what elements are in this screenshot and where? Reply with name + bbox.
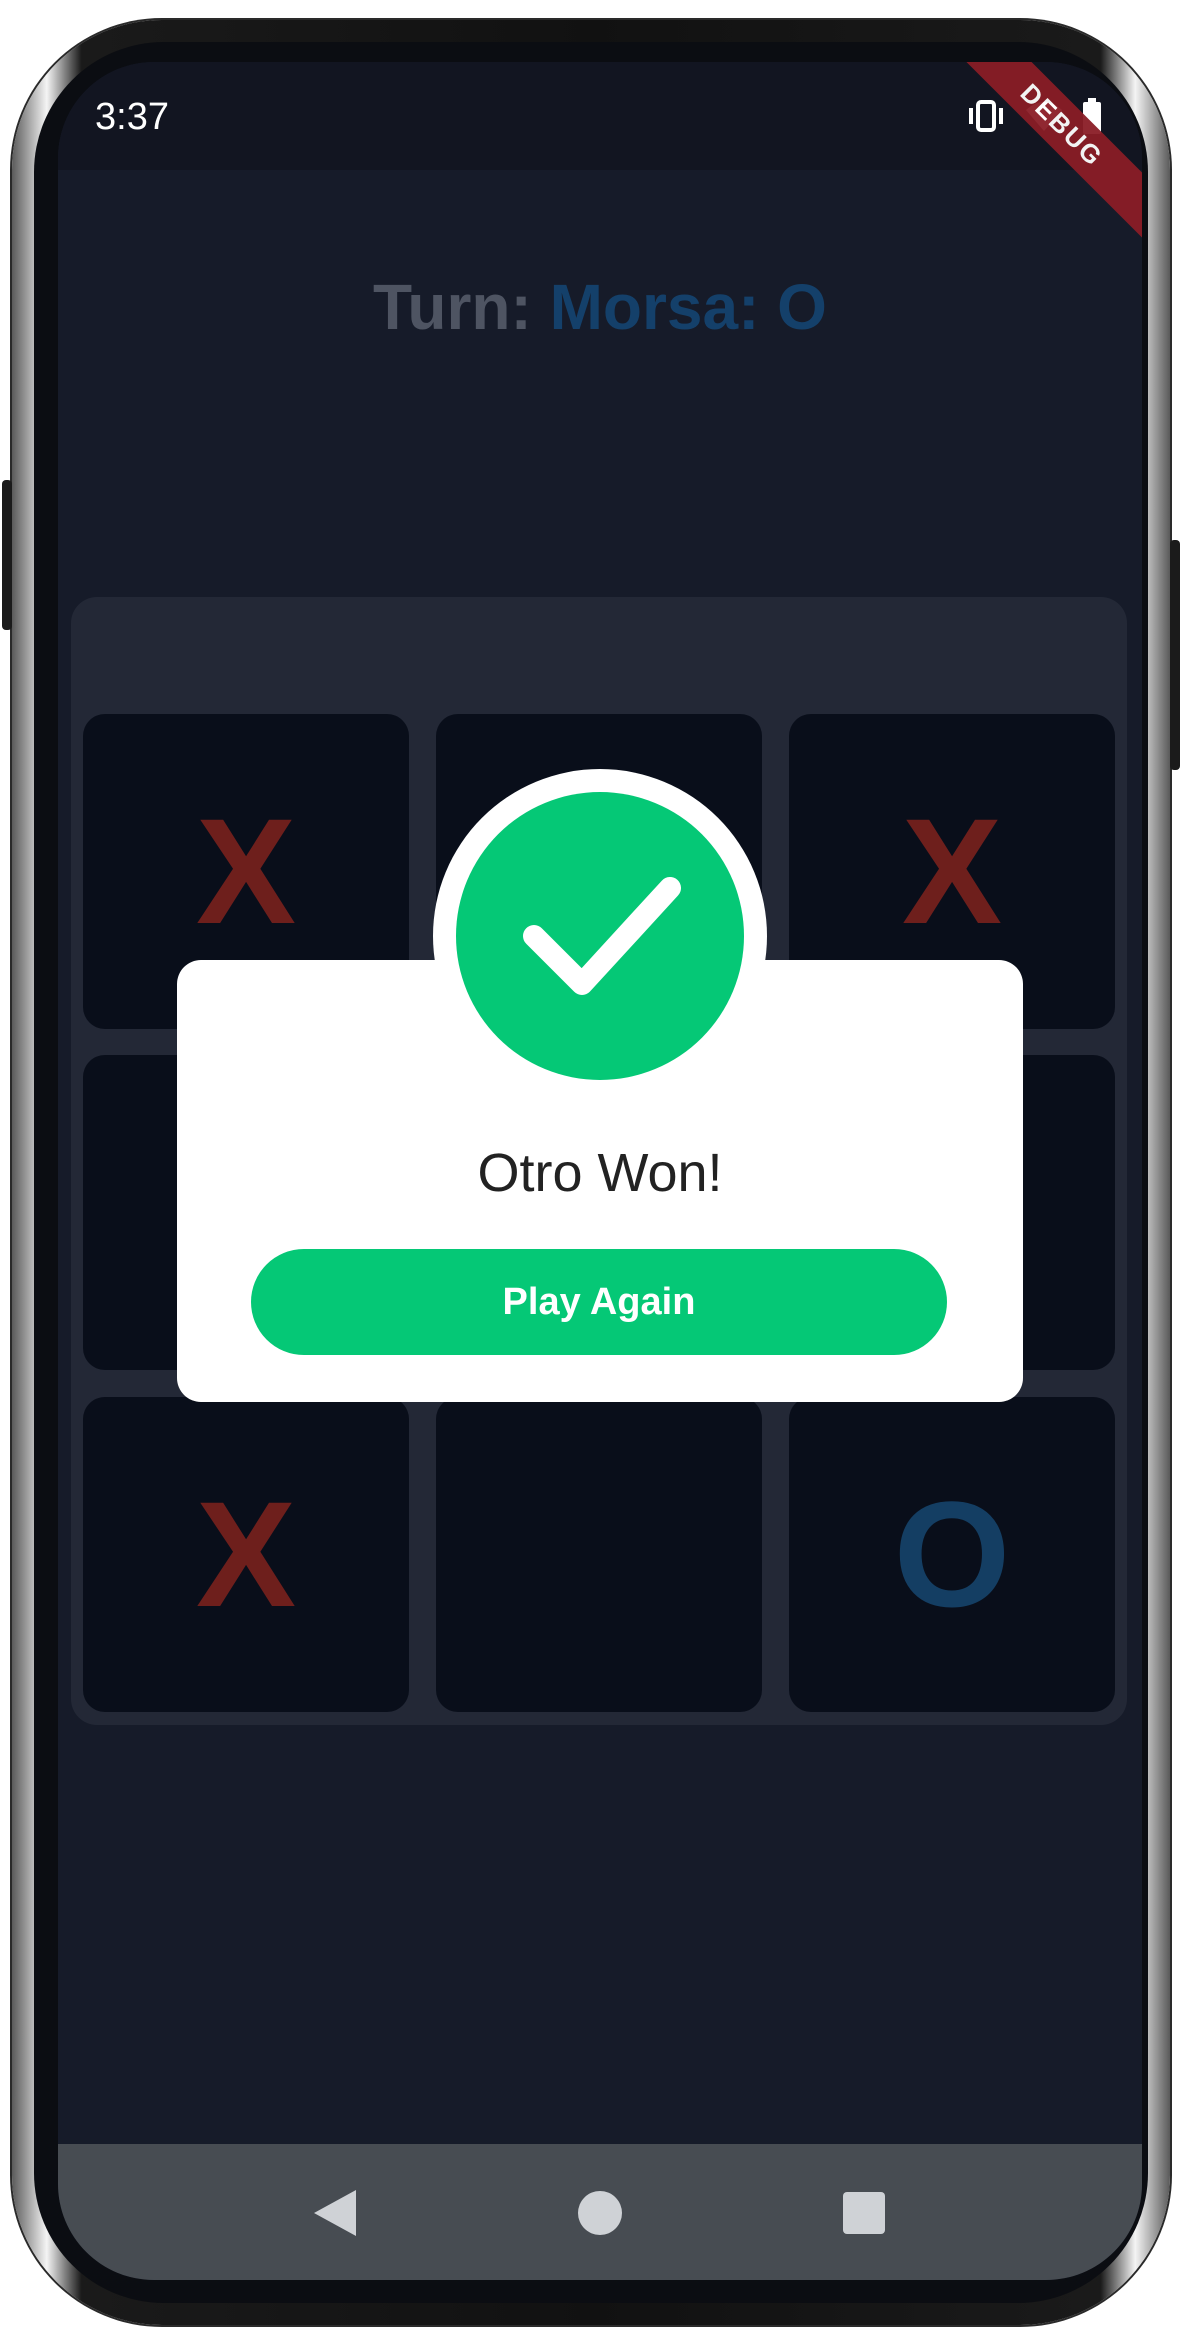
board-cell-9[interactable]: O bbox=[789, 1397, 1115, 1712]
volume-button bbox=[2, 480, 12, 630]
status-time: 3:37 bbox=[95, 96, 169, 138]
recents-icon[interactable] bbox=[839, 2188, 889, 2238]
power-button bbox=[1170, 540, 1180, 770]
success-badge bbox=[456, 792, 744, 1080]
turn-player: Morsa: O bbox=[549, 271, 827, 343]
board-cell-7[interactable]: X bbox=[83, 1397, 409, 1712]
navigation-bar bbox=[58, 2144, 1142, 2280]
play-again-button[interactable]: Play Again bbox=[251, 1249, 947, 1355]
status-bar: 3:37 DEBUG bbox=[58, 62, 1142, 248]
check-icon bbox=[500, 854, 700, 1019]
vibrate-icon bbox=[966, 99, 1006, 138]
dialog-title: Otro Won! bbox=[477, 1143, 723, 1203]
turn-indicator: Turn: Morsa: O bbox=[58, 270, 1142, 344]
screen: 3:37 DEBUG Turn: Morsa: O X X X O Otro W… bbox=[58, 62, 1142, 2280]
back-icon[interactable] bbox=[310, 2188, 360, 2238]
turn-label: Turn: bbox=[373, 271, 532, 343]
home-icon[interactable] bbox=[575, 2188, 625, 2238]
board-cell-8[interactable] bbox=[436, 1397, 762, 1712]
debug-banner: DEBUG bbox=[939, 62, 1142, 248]
